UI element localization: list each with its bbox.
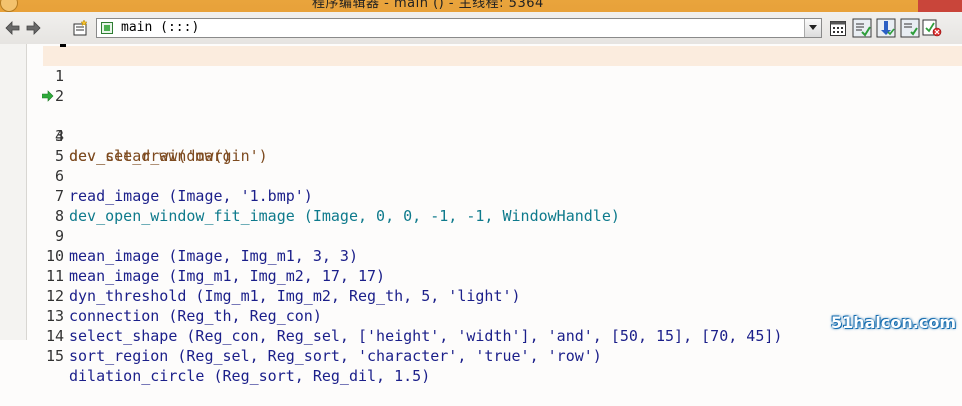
app-logo-icon: [0, 0, 18, 12]
code-line[interactable]: 4 dev_set_draw('margin'): [0, 106, 962, 165]
code-line[interactable]: 11 dyn_threshold (Img_m1, Img_m2, Reg_th…: [0, 246, 962, 305]
code-line[interactable]: 5: [0, 126, 962, 165]
procedure-select-value: main (:::): [121, 20, 200, 35]
line-code[interactable]: dilation_circle (Reg_sort, Reg_dil, 1.5): [69, 366, 430, 386]
code-line[interactable]: 6 read_image (Image, '1.bmp'): [0, 146, 962, 205]
procedure-select[interactable]: main (:::): [96, 18, 822, 38]
new-procedure-icon[interactable]: [72, 19, 90, 37]
code-line[interactable]: 8: [0, 186, 962, 225]
code-line[interactable]: 7 dev_open_window_fit_image (Image, 0, 0…: [0, 166, 962, 225]
code-line[interactable]: 14 sort_region (Reg_sel, Reg_sort, 'char…: [0, 306, 962, 365]
code-line[interactable]: 9 mean_image (Image, Img_m1, 3, 3): [0, 206, 962, 265]
line-code[interactable]: sort_region (Reg_sel, Reg_sort, 'charact…: [69, 346, 602, 366]
chevron-down-icon[interactable]: [804, 19, 821, 37]
step-out-icon[interactable]: [900, 18, 920, 38]
code-line[interactable]: 15 dilation_circle (Reg_sort, Reg_dil, 1…: [0, 326, 962, 385]
code-line[interactable]: 3 dev_clear_window(): [0, 86, 962, 165]
window-title: 程序编辑器 - main () - 主线程: 5364: [312, 0, 544, 11]
program-counter-arrow-icon: [42, 90, 54, 102]
code-line[interactable]: 2: [0, 66, 962, 105]
step-into-icon[interactable]: [876, 18, 896, 38]
settings-check-icon[interactable]: [922, 18, 942, 38]
check-edit-icon[interactable]: [852, 18, 872, 38]
procedure-icon: [101, 22, 113, 34]
close-window-button[interactable]: [918, 0, 962, 12]
toolbar: main (:::): [0, 12, 962, 45]
line-number: 15: [45, 347, 64, 365]
title-bar: 程序编辑器 - main () - 主线程: 5364: [0, 0, 962, 12]
back-arrow-icon[interactable]: [4, 19, 22, 37]
code-line[interactable]: 12 connection (Reg_th, Reg_con): [0, 266, 962, 325]
forward-arrow-icon[interactable]: [24, 19, 42, 37]
code-line[interactable]: 1: [0, 46, 962, 85]
site-watermark: 51halcon.com: [830, 313, 956, 332]
code-line[interactable]: 13 select_shape (Reg_con, Reg_sel, ['hei…: [0, 286, 962, 345]
calendar-icon[interactable]: [828, 18, 848, 38]
code-line[interactable]: 10 mean_image (Img_m1, Img_m2, 17, 17): [0, 226, 962, 285]
